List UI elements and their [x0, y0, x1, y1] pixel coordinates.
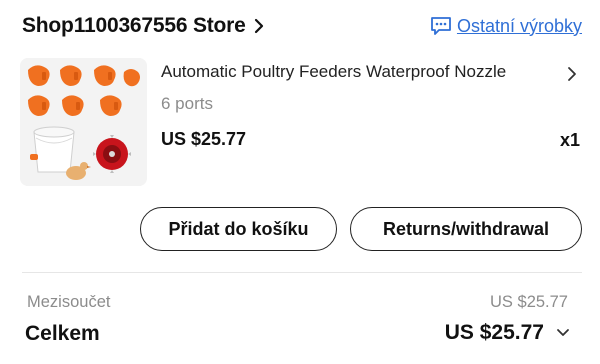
- chat-bubble-icon: [431, 17, 451, 35]
- chevron-right-icon[interactable]: [566, 66, 578, 82]
- chevron-right-icon: [254, 18, 263, 34]
- total-value: US $25.77: [444, 321, 544, 344]
- store-link[interactable]: Shop1100367556 Store: [22, 14, 266, 38]
- total-label: Celkem: [25, 322, 100, 345]
- other-products-link[interactable]: Ostatní výrobky: [430, 16, 582, 37]
- product-title[interactable]: Automatic Poultry Feeders Waterproof Noz…: [161, 62, 556, 82]
- returns-withdrawal-button[interactable]: Returns/withdrawal: [350, 207, 582, 251]
- store-header: Shop1100367556 Store Ostatní výrobky: [22, 8, 582, 44]
- product-row[interactable]: Automatic Poultry Feeders Waterproof Noz…: [20, 58, 585, 188]
- product-thumbnail[interactable]: [20, 58, 147, 186]
- order-item-card: Shop1100367556 Store Ostatní výrobky Aut…: [0, 0, 600, 364]
- subtotal-value: US $25.77: [490, 293, 568, 311]
- chevron-down-icon: [557, 329, 569, 336]
- poultry-feeder-image: [20, 58, 147, 186]
- subtotal-label: Mezisoučet: [27, 293, 111, 311]
- product-variant: 6 ports: [161, 94, 213, 113]
- total-toggle[interactable]: US $25.77: [445, 321, 570, 345]
- add-to-cart-button[interactable]: Přidat do košíku: [140, 207, 337, 251]
- other-products-label: Ostatní výrobky: [456, 15, 582, 36]
- divider: [22, 272, 582, 273]
- product-price: US $25.77: [161, 129, 247, 149]
- store-name: Shop1100367556 Store: [22, 14, 246, 37]
- product-quantity: x1: [560, 130, 581, 150]
